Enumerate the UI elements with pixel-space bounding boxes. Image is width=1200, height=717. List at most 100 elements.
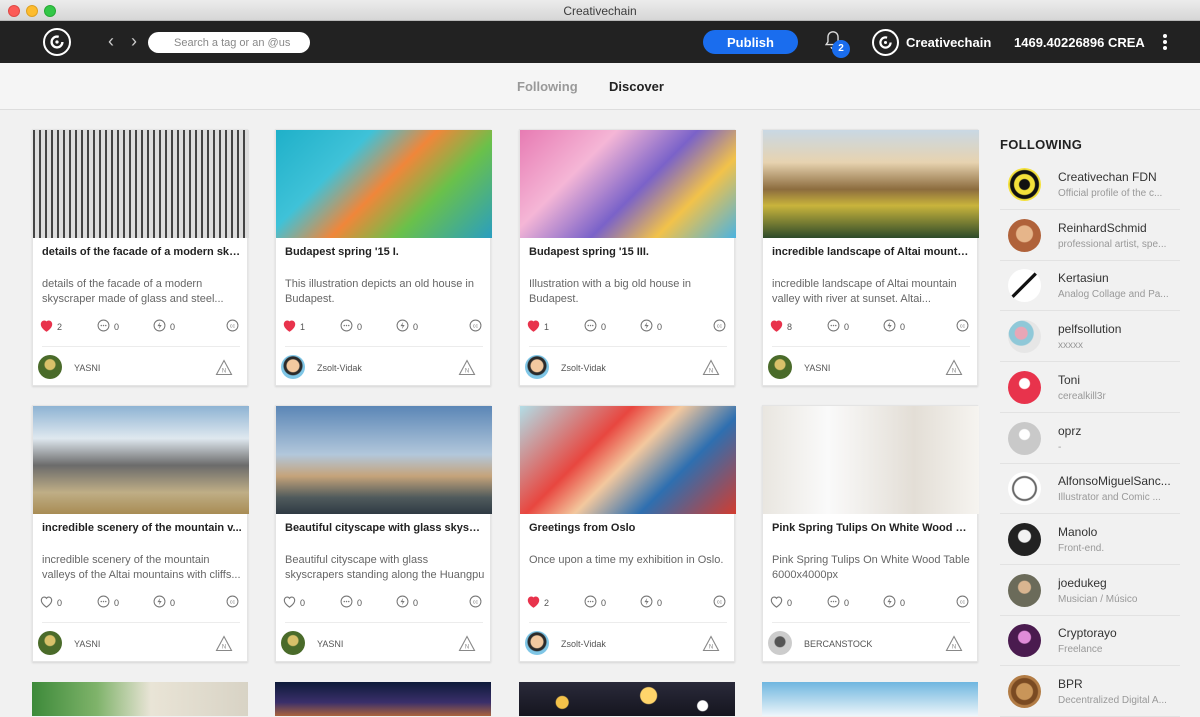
network-triangle-icon[interactable]: N bbox=[458, 359, 476, 376]
card-title[interactable]: Greetings from Oslo bbox=[529, 522, 729, 534]
like-button[interactable]: 0 bbox=[39, 594, 62, 611]
card-image[interactable] bbox=[32, 682, 248, 716]
user-name[interactable]: Manolo bbox=[1058, 525, 1176, 539]
search-input[interactable] bbox=[148, 32, 310, 53]
content-card[interactable]: Budapest spring '15 III. Illustration wi… bbox=[519, 129, 736, 386]
card-image[interactable] bbox=[520, 130, 736, 238]
tip-button[interactable]: 0 bbox=[395, 318, 418, 335]
content-card[interactable]: details of the facade of a modern sky...… bbox=[32, 129, 249, 386]
network-triangle-icon[interactable]: N bbox=[945, 359, 963, 376]
content-card[interactable]: Budapest spring '15 I. This illustration… bbox=[275, 129, 492, 386]
content-card[interactable]: Pink Spring Tulips On White Wood Ta... P… bbox=[762, 405, 979, 662]
user-name[interactable]: AlfonsoMiguelSanc... bbox=[1058, 474, 1176, 488]
publish-button[interactable]: Publish bbox=[703, 30, 798, 54]
license-cc-icon[interactable]: cc bbox=[468, 594, 483, 609]
user-name[interactable]: Toni bbox=[1058, 373, 1176, 387]
author-name[interactable]: YASNI bbox=[317, 639, 343, 649]
card-title[interactable]: Beautiful cityscape with glass skyscr... bbox=[285, 522, 485, 534]
license-cc-icon[interactable]: cc bbox=[955, 318, 970, 333]
following-item[interactable]: pelfsollution xxxxx bbox=[1000, 312, 1180, 363]
card-image[interactable] bbox=[763, 130, 979, 238]
user-avatar[interactable] bbox=[1008, 624, 1041, 658]
card-image[interactable] bbox=[763, 406, 979, 514]
card-title[interactable]: Budapest spring '15 I. bbox=[285, 246, 485, 258]
license-cc-icon[interactable]: cc bbox=[712, 318, 727, 333]
account-name[interactable]: Creativechain bbox=[906, 35, 991, 50]
user-name[interactable]: BPR bbox=[1058, 677, 1176, 691]
card-image[interactable] bbox=[33, 130, 249, 238]
user-avatar[interactable] bbox=[1008, 218, 1041, 252]
card-title[interactable]: incredible scenery of the mountain v... bbox=[42, 522, 242, 534]
license-cc-icon[interactable]: cc bbox=[955, 594, 970, 609]
user-avatar[interactable] bbox=[1008, 675, 1041, 708]
user-avatar[interactable] bbox=[1008, 522, 1041, 556]
user-name[interactable]: oprz bbox=[1058, 424, 1176, 438]
card-title[interactable]: details of the facade of a modern sky... bbox=[42, 246, 242, 258]
tip-button[interactable]: 0 bbox=[639, 594, 662, 611]
like-button[interactable]: 2 bbox=[39, 318, 62, 335]
following-item[interactable]: BPR Decentralized Digital A... bbox=[1000, 667, 1180, 717]
user-name[interactable]: joedukeg bbox=[1058, 576, 1176, 590]
comment-button[interactable]: 0 bbox=[583, 318, 606, 335]
card-image[interactable] bbox=[276, 406, 492, 514]
like-button[interactable]: 1 bbox=[282, 318, 305, 335]
like-button[interactable]: 2 bbox=[526, 594, 549, 611]
user-name[interactable]: Cryptorayo bbox=[1058, 626, 1176, 640]
author-name[interactable]: YASNI bbox=[804, 363, 830, 373]
following-item[interactable]: Creativechan FDN Official profile of the… bbox=[1000, 160, 1180, 210]
author-avatar[interactable] bbox=[525, 631, 549, 655]
tab-discover[interactable]: Discover bbox=[609, 79, 664, 94]
following-item[interactable]: Toni cerealkill3r bbox=[1000, 363, 1180, 413]
user-name[interactable]: Kertasiun bbox=[1058, 271, 1176, 285]
user-avatar[interactable] bbox=[1008, 370, 1041, 404]
back-forward-arrows[interactable]: ‹ › bbox=[108, 31, 143, 52]
author-avatar[interactable] bbox=[768, 631, 792, 655]
card-image[interactable] bbox=[276, 130, 492, 238]
network-triangle-icon[interactable]: N bbox=[215, 635, 233, 652]
license-cc-icon[interactable]: cc bbox=[712, 594, 727, 609]
card-image[interactable] bbox=[275, 682, 491, 716]
user-name[interactable]: ReinhardSchmid bbox=[1058, 221, 1176, 235]
user-avatar[interactable] bbox=[1008, 472, 1041, 506]
author-avatar[interactable] bbox=[281, 355, 305, 379]
network-triangle-icon[interactable]: N bbox=[945, 635, 963, 652]
network-triangle-icon[interactable]: N bbox=[702, 359, 720, 376]
like-button[interactable]: 0 bbox=[769, 594, 792, 611]
following-item[interactable]: ReinhardSchmid professional artist, spe.… bbox=[1000, 211, 1180, 261]
user-avatar[interactable] bbox=[1008, 168, 1041, 201]
content-card[interactable]: incredible scenery of the mountain v... … bbox=[32, 405, 249, 662]
author-avatar[interactable] bbox=[38, 631, 62, 655]
comment-button[interactable]: 0 bbox=[339, 318, 362, 335]
tip-button[interactable]: 0 bbox=[395, 594, 418, 611]
following-item[interactable]: oprz - bbox=[1000, 414, 1180, 464]
card-image[interactable] bbox=[33, 406, 249, 514]
tip-button[interactable]: 0 bbox=[152, 318, 175, 335]
author-name[interactable]: Zsolt-Vidak bbox=[561, 363, 606, 373]
creativechain-logo-icon[interactable] bbox=[43, 28, 71, 56]
following-item[interactable]: joedukeg Musician / Músico bbox=[1000, 566, 1180, 616]
tip-button[interactable]: 0 bbox=[882, 594, 905, 611]
tip-button[interactable]: 0 bbox=[639, 318, 662, 335]
network-triangle-icon[interactable]: N bbox=[458, 635, 476, 652]
author-name[interactable]: YASNI bbox=[74, 639, 100, 649]
card-image[interactable] bbox=[762, 682, 978, 716]
following-item[interactable]: Manolo Front-end. bbox=[1000, 515, 1180, 565]
network-triangle-icon[interactable]: N bbox=[215, 359, 233, 376]
following-item[interactable]: Cryptorayo Freelance bbox=[1000, 616, 1180, 667]
card-image[interactable] bbox=[519, 682, 735, 716]
card-title[interactable]: Budapest spring '15 III. bbox=[529, 246, 729, 258]
network-triangle-icon[interactable]: N bbox=[702, 635, 720, 652]
tab-following[interactable]: Following bbox=[517, 79, 578, 94]
comment-button[interactable]: 0 bbox=[826, 318, 849, 335]
following-item[interactable]: AlfonsoMiguelSanc... Illustrator and Com… bbox=[1000, 464, 1180, 515]
author-name[interactable]: Zsolt-Vidak bbox=[317, 363, 362, 373]
card-title[interactable]: incredible landscape of Altai mounta... bbox=[772, 246, 972, 258]
tip-button[interactable]: 0 bbox=[882, 318, 905, 335]
comment-button[interactable]: 0 bbox=[96, 318, 119, 335]
user-avatar[interactable] bbox=[1008, 269, 1041, 303]
comment-button[interactable]: 0 bbox=[96, 594, 119, 611]
content-card[interactable]: Greetings from Oslo Once upon a time my … bbox=[519, 405, 736, 662]
like-button[interactable]: 1 bbox=[526, 318, 549, 335]
like-button[interactable]: 0 bbox=[282, 594, 305, 611]
author-avatar[interactable] bbox=[768, 355, 792, 379]
